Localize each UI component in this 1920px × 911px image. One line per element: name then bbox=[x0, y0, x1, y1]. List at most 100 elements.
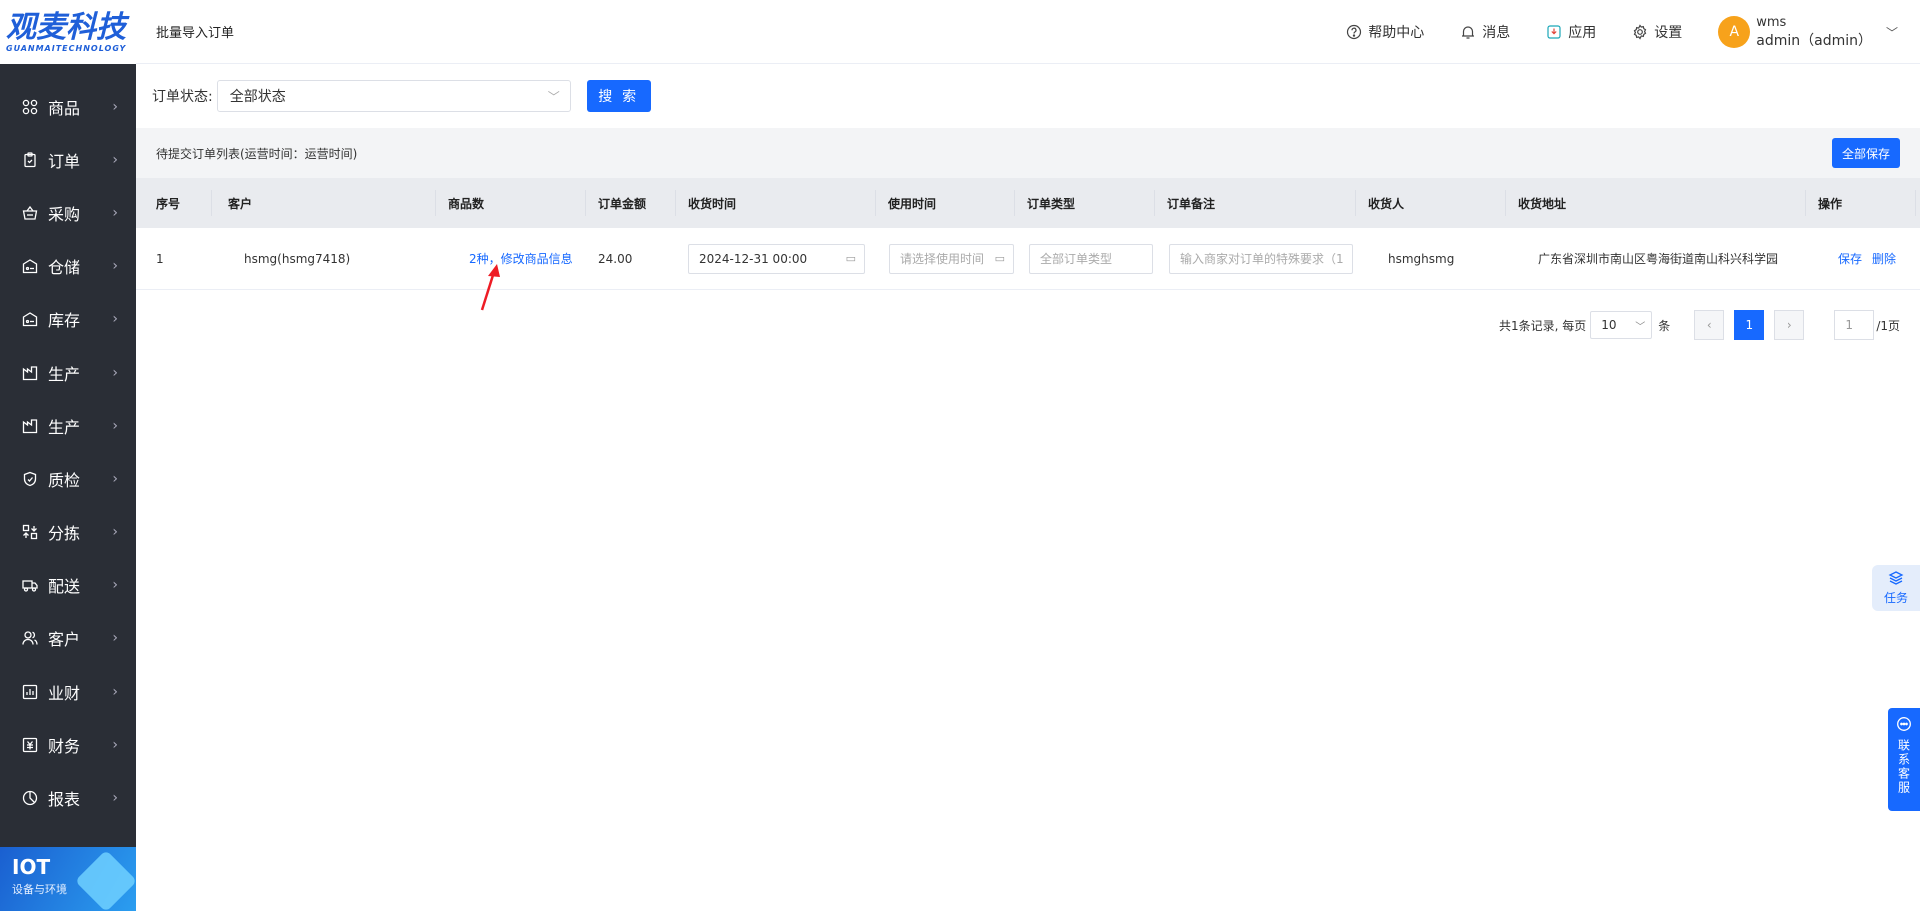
order-status-value: 全部状态 bbox=[229, 89, 286, 105]
row-address: 广东省深圳市南山区粤海街道南山科兴科学园 bbox=[1538, 252, 1779, 266]
bell-icon bbox=[1460, 24, 1476, 40]
task-label: 任务 bbox=[1883, 591, 1908, 605]
page-jump-input[interactable]: 1 bbox=[1834, 310, 1875, 340]
column-header-receive-time: 收货时间 bbox=[676, 190, 876, 216]
app-icon bbox=[1546, 24, 1562, 40]
sidebar-item-quality[interactable]: 质检 › bbox=[0, 452, 136, 505]
top-bar: 批量导入订单 帮助中心 消息 应用 设置 A wms admin（admin） … bbox=[136, 0, 1920, 64]
clipboard-icon bbox=[20, 150, 40, 170]
shield-icon bbox=[20, 469, 40, 489]
user-account: admin（admin） bbox=[1756, 33, 1872, 49]
column-header-amount: 订单金额 bbox=[586, 190, 676, 216]
sidebar-item-business-finance[interactable]: 业财 › bbox=[0, 665, 136, 718]
calendar-icon: ▭ bbox=[994, 252, 1005, 265]
chevron-right-icon: › bbox=[112, 364, 118, 381]
sidebar-item-label: 生产 bbox=[48, 364, 81, 384]
sidebar-item-label: 分拣 bbox=[48, 524, 81, 544]
sidebar-item-label: 库存 bbox=[48, 311, 81, 331]
user-menu[interactable]: A wms admin（admin） ﹀ bbox=[1718, 14, 1898, 50]
chevron-right-icon: › bbox=[112, 470, 118, 487]
sort-icon bbox=[20, 522, 40, 542]
order-status-select[interactable]: 全部状态 ﹀ bbox=[216, 80, 571, 112]
help-center-button[interactable]: 帮助中心 bbox=[1346, 22, 1424, 42]
settings-button[interactable]: 设置 bbox=[1632, 22, 1682, 42]
filter-bar: 订单状态: 全部状态 ﹀ 搜 索 bbox=[136, 64, 1920, 128]
factory-icon bbox=[20, 416, 40, 436]
pagination: 共1条记录, 每页 10 ﹀ 条 ‹ 1 › 1 /1页 bbox=[1499, 310, 1900, 340]
chart-icon bbox=[20, 682, 40, 702]
pie-icon bbox=[20, 788, 40, 808]
chevron-right-icon: › bbox=[112, 577, 118, 594]
breadcrumb: 批量导入订单 bbox=[156, 26, 235, 41]
page-size-select[interactable]: 10 ﹀ bbox=[1590, 311, 1653, 339]
order-status-label: 订单状态: bbox=[152, 89, 213, 105]
calendar-icon: ▭ bbox=[845, 252, 856, 265]
sidebar-item-storage[interactable]: 仓储 › bbox=[0, 240, 136, 293]
sidebar-item-purchase[interactable]: 采购 › bbox=[0, 186, 136, 239]
chevron-down-icon: ﹀ bbox=[547, 89, 560, 104]
row-delete-link[interactable]: 删除 bbox=[1872, 250, 1896, 267]
chevron-right-icon: › bbox=[112, 258, 118, 275]
task-button[interactable]: 任务 bbox=[1872, 565, 1920, 611]
next-page-button[interactable]: › bbox=[1774, 310, 1805, 340]
layers-icon bbox=[1888, 570, 1904, 589]
search-button[interactable]: 搜 索 bbox=[586, 80, 651, 112]
apps-button[interactable]: 应用 bbox=[1546, 22, 1596, 42]
sidebar-item-label: 订单 bbox=[48, 151, 81, 171]
column-header-use-time: 使用时间 bbox=[876, 190, 1015, 216]
brand-logo[interactable]: 观麦科技 GUANMAITECHNOLOGY bbox=[0, 0, 136, 64]
receive-time-picker[interactable]: 2024-12-31 00:00 ▭ bbox=[688, 243, 865, 274]
sidebar-item-orders[interactable]: 订单 › bbox=[0, 133, 136, 186]
finance-icon bbox=[20, 735, 40, 755]
tool-label: 消息 bbox=[1482, 25, 1511, 41]
row-index: 1 bbox=[156, 251, 164, 266]
grid-icon bbox=[20, 97, 40, 117]
column-header-customer: 客户 bbox=[212, 190, 436, 216]
iot-banner[interactable]: IOT 设备与环境 bbox=[0, 847, 136, 911]
sidebar-item-goods[interactable]: 商品 › bbox=[0, 80, 136, 133]
order-remark-placeholder: 输入商家对订单的特殊要求（1 bbox=[1180, 252, 1344, 266]
column-header-index: 序号 bbox=[136, 190, 212, 216]
sidebar-item-production[interactable]: 生产 › bbox=[0, 346, 136, 399]
sidebar-item-production-2[interactable]: 生产 › bbox=[0, 399, 136, 452]
contact-support-button[interactable]: 联系客服 bbox=[1888, 708, 1920, 811]
page-size-unit: 条 bbox=[1658, 318, 1671, 333]
prev-page-button[interactable]: ‹ bbox=[1694, 310, 1725, 340]
order-remark-input[interactable]: 输入商家对订单的特殊要求（1 bbox=[1169, 243, 1353, 274]
order-type-placeholder: 全部订单类型 bbox=[1040, 252, 1113, 266]
use-time-picker[interactable]: 请选择使用时间 ▭ bbox=[889, 243, 1014, 274]
sidebar-item-inventory[interactable]: 库存 › bbox=[0, 293, 136, 346]
chat-icon bbox=[1896, 716, 1912, 735]
chevron-down-icon: ﹀ bbox=[1635, 321, 1646, 333]
sidebar-item-label: 配送 bbox=[48, 577, 81, 597]
column-header-remark: 订单备注 bbox=[1155, 190, 1356, 216]
sidebar-item-reports[interactable]: 报表 › bbox=[0, 771, 136, 824]
sidebar-item-label: 客户 bbox=[48, 630, 81, 650]
messages-button[interactable]: 消息 bbox=[1460, 22, 1510, 42]
save-all-button[interactable]: 全部保存 bbox=[1831, 138, 1900, 168]
user-name: wms bbox=[1756, 15, 1787, 30]
sidebar-item-finance[interactable]: 财务 › bbox=[0, 718, 136, 771]
sidebar-item-label: 质检 bbox=[48, 470, 81, 490]
sidebar-item-customer[interactable]: 客户 › bbox=[0, 612, 136, 665]
sidebar: 观麦科技 GUANMAITECHNOLOGY 商品 › 订单 › 采购 › 仓储… bbox=[0, 0, 136, 911]
tool-label: 应用 bbox=[1568, 25, 1597, 41]
sidebar-item-label: 业财 bbox=[48, 683, 81, 703]
sidebar-menu: 商品 › 订单 › 采购 › 仓储 › 库存 › 生产 › 生产 › 质检 › … bbox=[0, 64, 136, 825]
help-icon bbox=[1346, 24, 1362, 40]
use-time-placeholder: 请选择使用时间 bbox=[900, 252, 985, 266]
column-header-receiver: 收货人 bbox=[1356, 190, 1506, 216]
brand-name: 观麦科技 bbox=[6, 9, 126, 45]
factory-icon bbox=[20, 363, 40, 383]
row-save-link[interactable]: 保存 bbox=[1838, 250, 1862, 267]
row-customer: hsmg(hsmg7418) bbox=[244, 251, 351, 266]
page-number-button[interactable]: 1 bbox=[1734, 310, 1765, 340]
sidebar-item-sorting[interactable]: 分拣 › bbox=[0, 506, 136, 559]
column-header-order-type: 订单类型 bbox=[1015, 190, 1155, 216]
sidebar-item-label: 商品 bbox=[48, 98, 81, 118]
order-type-select[interactable]: 全部订单类型 bbox=[1029, 243, 1153, 274]
warehouse-icon bbox=[20, 309, 40, 329]
pagination-summary: 共1条记录, 每页 bbox=[1499, 318, 1587, 333]
sidebar-item-delivery[interactable]: 配送 › bbox=[0, 559, 136, 612]
chevron-right-icon: › bbox=[112, 204, 118, 221]
